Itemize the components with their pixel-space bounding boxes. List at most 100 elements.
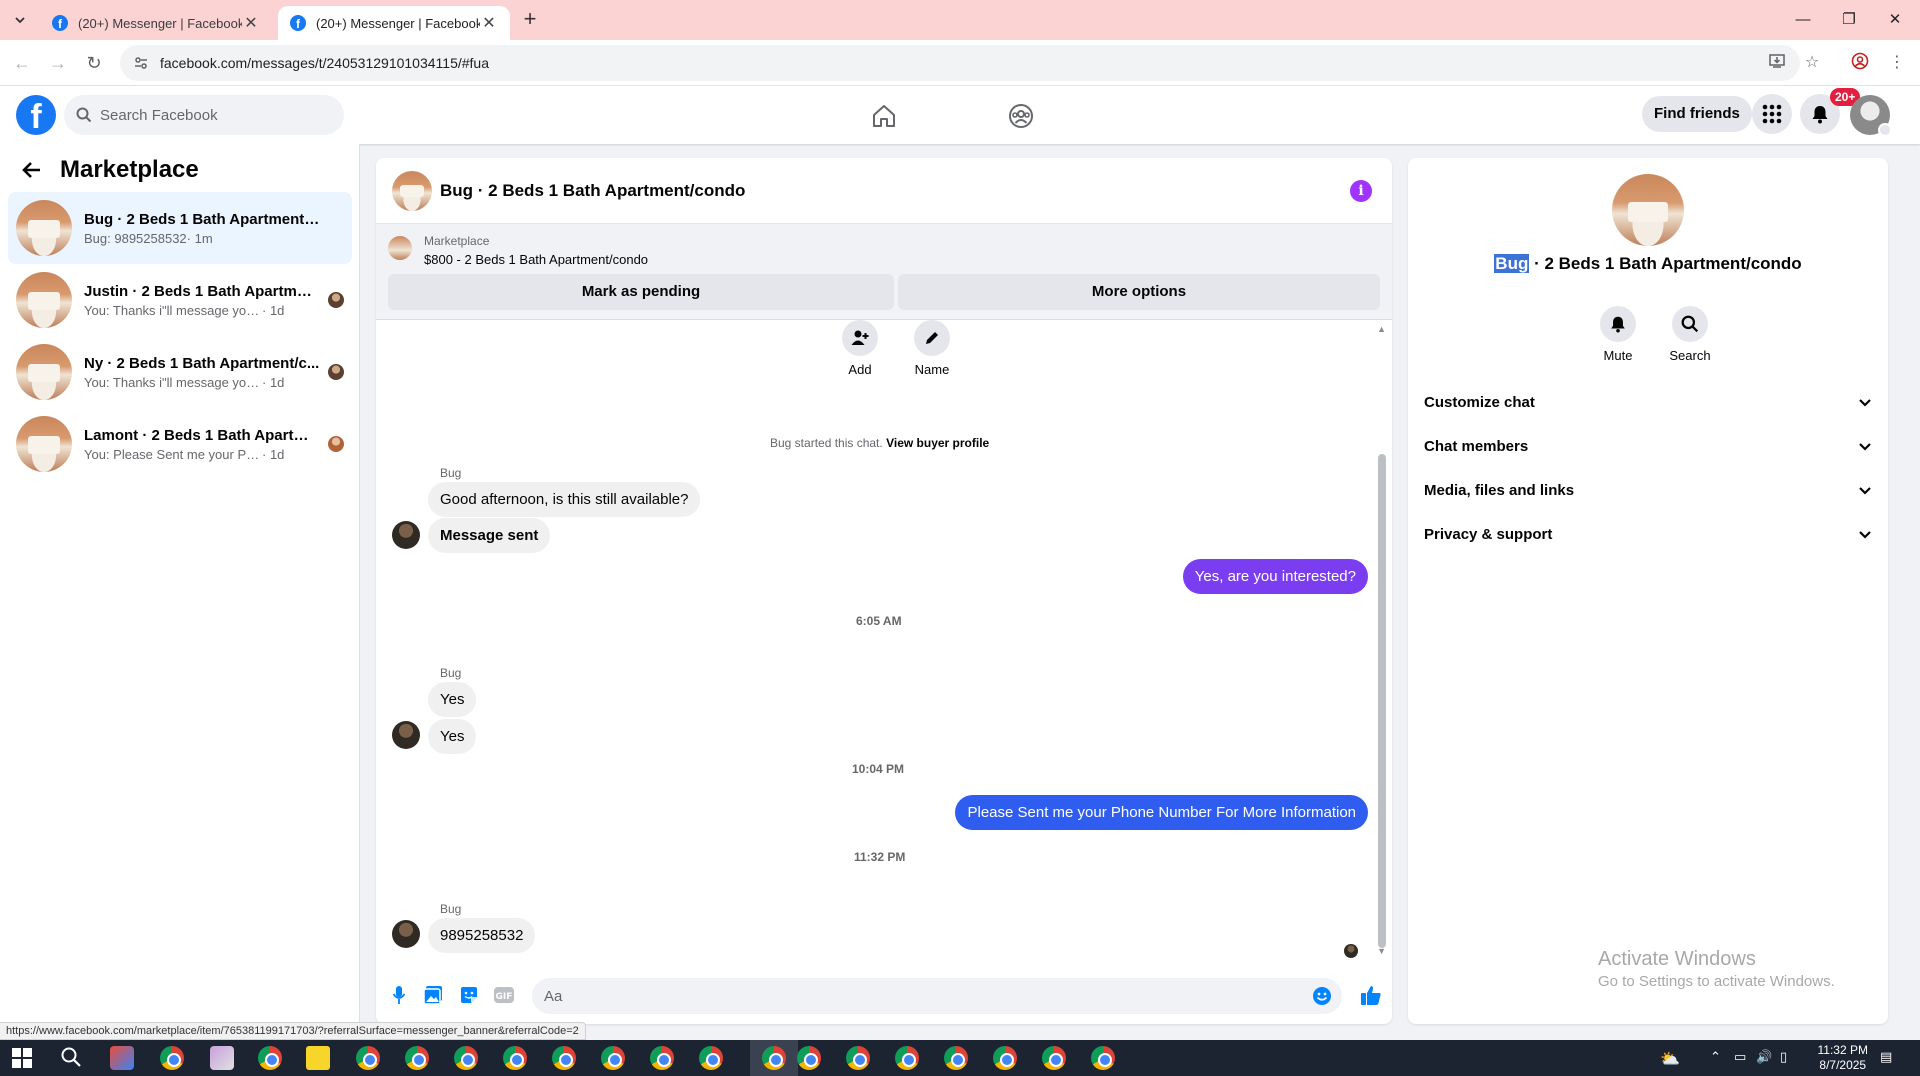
mute-button[interactable]: Mute: [1588, 306, 1648, 363]
volume-icon[interactable]: 🔊: [1756, 1049, 1772, 1065]
tab-search-button[interactable]: [8, 8, 32, 32]
notification-center-icon[interactable]: ▤: [1880, 1049, 1892, 1065]
find-friends-button[interactable]: Find friends: [1642, 96, 1752, 132]
view-buyer-profile-link[interactable]: View buyer profile: [886, 436, 989, 450]
browser-menu-icon[interactable]: ⋮: [1886, 52, 1908, 74]
browser-tab[interactable]: f (20+) Messenger | Facebook ✕: [40, 6, 272, 40]
sender-avatar[interactable]: [392, 521, 420, 549]
omnibox[interactable]: facebook.com/messages/t/2405312910103411…: [120, 45, 1800, 81]
conversation-item[interactable]: Lamont · 2 Beds 1 Bath Apartme... You: P…: [8, 408, 352, 480]
search-icon[interactable]: [60, 1046, 82, 1071]
info-icon[interactable]: i: [1350, 180, 1372, 202]
microphone-icon[interactable]: [388, 984, 410, 1006]
taskbar-clock[interactable]: 11:32 PM 8/7/2025: [1818, 1043, 1868, 1073]
facebook-logo-icon[interactable]: f: [16, 95, 56, 135]
install-app-icon[interactable]: [1766, 52, 1788, 74]
chrome-icon[interactable]: [650, 1046, 674, 1070]
chrome-icon[interactable]: [895, 1046, 919, 1070]
listing-thumbnail[interactable]: [388, 236, 412, 260]
chrome-icon[interactable]: [846, 1046, 870, 1070]
chat-title[interactable]: Bug · 2 Beds 1 Bath Apartment/condo: [440, 181, 745, 201]
search-input[interactable]: [100, 106, 320, 124]
chrome-icon[interactable]: [993, 1046, 1017, 1070]
chrome-icon[interactable]: [1091, 1046, 1115, 1070]
media-files-links-section[interactable]: Media, files and links: [1424, 468, 1872, 512]
chrome-icon[interactable]: [552, 1046, 576, 1070]
chrome-icon[interactable]: [1042, 1046, 1066, 1070]
conversation-item[interactable]: Ny · 2 Beds 1 Bath Apartment/c... You: T…: [8, 336, 352, 408]
conversation-item[interactable]: Justin · 2 Beds 1 Bath Apartment... You:…: [8, 264, 352, 336]
chrome-icon[interactable]: [503, 1046, 527, 1070]
listing-price[interactable]: $800 - 2 Beds 1 Bath Apartment/condo: [424, 252, 648, 267]
search-in-chat-button[interactable]: Search: [1660, 306, 1720, 363]
incoming-message[interactable]: Message sent: [428, 518, 551, 553]
chrome-icon[interactable]: [944, 1046, 968, 1070]
conversation-time: · 1d: [262, 374, 285, 390]
photo-icon[interactable]: [422, 984, 444, 1006]
chrome-icon[interactable]: [405, 1046, 429, 1070]
incoming-message[interactable]: Yes: [428, 682, 477, 717]
profile-icon[interactable]: [1849, 52, 1871, 74]
message-input-box[interactable]: [532, 978, 1342, 1014]
close-window-button[interactable]: ✕: [1872, 8, 1918, 32]
incoming-message[interactable]: Good afternoon, is this still available?: [428, 482, 701, 517]
incoming-message[interactable]: Yes: [428, 719, 477, 754]
privacy-support-section[interactable]: Privacy & support: [1424, 512, 1872, 556]
site-info-icon[interactable]: [132, 54, 150, 72]
add-people-button[interactable]: Add: [830, 320, 890, 377]
chrome-icon[interactable]: [356, 1046, 380, 1070]
mark-as-pending-button[interactable]: Mark as pending: [388, 274, 894, 310]
reload-icon[interactable]: ↻: [82, 51, 106, 75]
conversation-item[interactable]: Bug · 2 Beds 1 Bath Apartment/co... Bug:…: [8, 192, 352, 264]
back-arrow-icon[interactable]: [20, 158, 44, 182]
close-tab-icon[interactable]: ✕: [480, 13, 498, 33]
scroll-down-arrow-icon[interactable]: ▼: [1377, 946, 1386, 956]
chrome-icon[interactable]: [601, 1046, 625, 1070]
chrome-icon[interactable]: [762, 1046, 786, 1070]
more-options-button[interactable]: More options: [898, 274, 1380, 310]
menu-grid-icon[interactable]: [1752, 94, 1792, 134]
app-icon[interactable]: [210, 1046, 234, 1070]
sticker-icon[interactable]: [458, 984, 480, 1006]
customize-chat-section[interactable]: Customize chat: [1424, 380, 1872, 424]
battery-icon[interactable]: ▯: [1780, 1049, 1787, 1065]
forward-arrow-icon[interactable]: →: [46, 51, 70, 75]
maximize-button[interactable]: ❐: [1826, 8, 1872, 32]
weather-icon[interactable]: ⛅: [1660, 1049, 1680, 1069]
app-icon[interactable]: [110, 1046, 134, 1070]
gif-icon[interactable]: GIF: [492, 984, 516, 1006]
chrome-icon[interactable]: [454, 1046, 478, 1070]
incoming-message[interactable]: 9895258532: [428, 918, 536, 953]
network-icon[interactable]: ▭: [1734, 1049, 1746, 1065]
outgoing-message[interactable]: Please Sent me your Phone Number For Mor…: [955, 795, 1368, 830]
outgoing-message[interactable]: Yes, are you interested?: [1182, 559, 1368, 594]
close-tab-icon[interactable]: ✕: [242, 13, 260, 33]
home-icon[interactable]: [864, 96, 904, 136]
tray-chevron-up-icon[interactable]: ⌃: [1710, 1049, 1721, 1065]
minimize-button[interactable]: —: [1780, 8, 1826, 32]
sender-avatar[interactable]: [392, 721, 420, 749]
sender-avatar[interactable]: [392, 920, 420, 948]
new-tab-button[interactable]: +: [518, 8, 542, 32]
emoji-icon[interactable]: [1312, 986, 1332, 1006]
thumbs-up-icon[interactable]: [1358, 982, 1384, 1008]
listing-photo[interactable]: [1612, 174, 1684, 246]
message-scrollbar[interactable]: [1378, 454, 1386, 948]
chrome-icon[interactable]: [258, 1046, 282, 1070]
bookmark-star-icon[interactable]: ☆: [1801, 52, 1823, 74]
account-avatar[interactable]: [1850, 95, 1892, 137]
sticky-notes-icon[interactable]: [306, 1046, 330, 1070]
scroll-up-arrow-icon[interactable]: ▲: [1377, 324, 1386, 334]
chrome-icon[interactable]: [160, 1046, 184, 1070]
groups-icon[interactable]: [1001, 96, 1041, 136]
name-chat-button[interactable]: Name: [902, 320, 962, 377]
chat-members-section[interactable]: Chat members: [1424, 424, 1872, 468]
chrome-icon[interactable]: [699, 1046, 723, 1070]
windows-start-icon[interactable]: [12, 1048, 32, 1068]
message-input[interactable]: [544, 987, 1304, 1005]
listing-thumbnail[interactable]: [392, 170, 432, 211]
back-arrow-icon[interactable]: ←: [10, 51, 34, 75]
browser-tab-active[interactable]: f (20+) Messenger | Facebook ✕: [278, 6, 510, 40]
chrome-icon[interactable]: [797, 1046, 821, 1070]
facebook-search[interactable]: [64, 95, 344, 135]
